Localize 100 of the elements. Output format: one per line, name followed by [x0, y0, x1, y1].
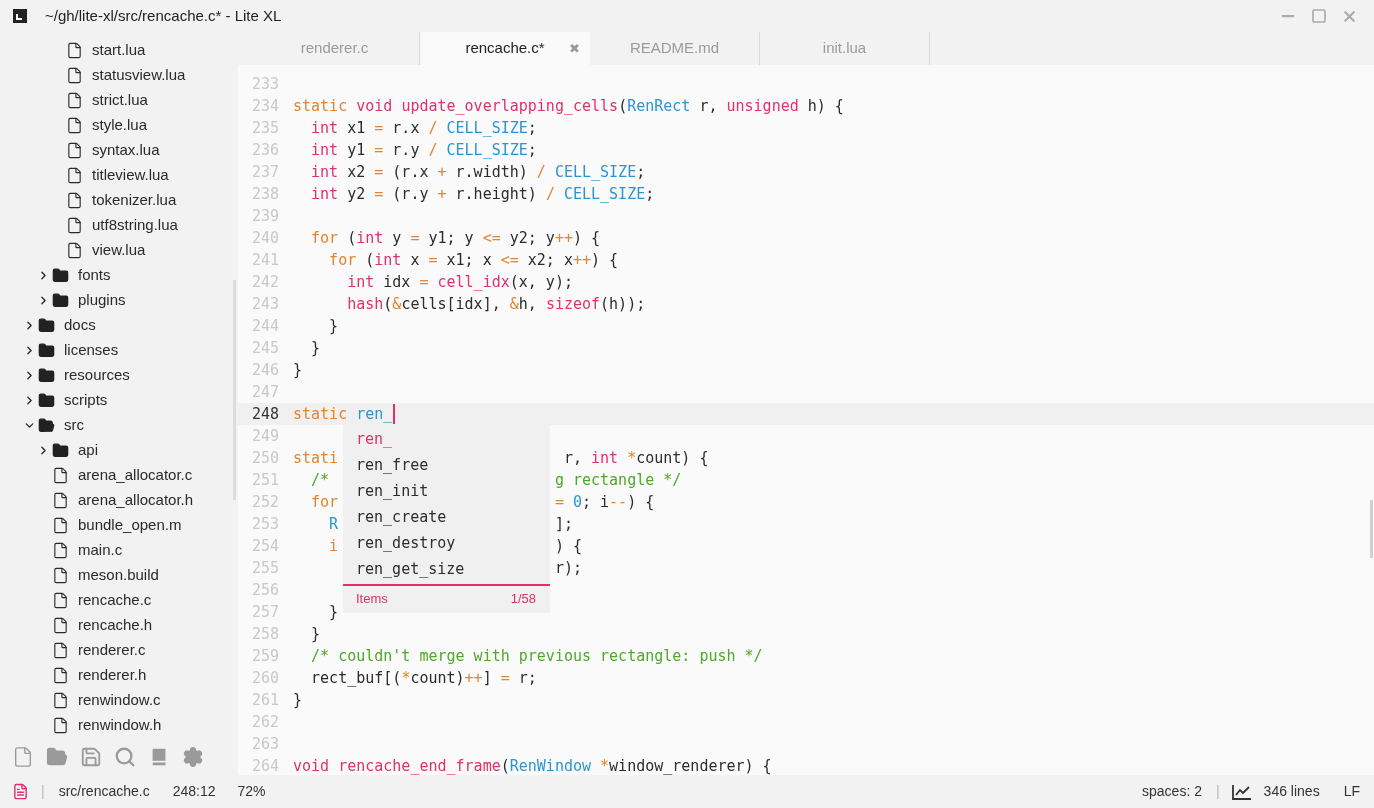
file-icon — [66, 117, 83, 134]
file-icon — [52, 667, 69, 684]
folder-icon — [38, 317, 55, 334]
file-item[interactable]: arena_allocator.h — [0, 488, 238, 513]
code-fragment: r); — [554, 557, 582, 579]
folder-icon — [52, 442, 69, 459]
file-item[interactable]: main.c — [0, 538, 238, 563]
file-item[interactable]: renwindow.c — [0, 688, 238, 713]
folder-icon — [38, 342, 55, 359]
file-item[interactable]: tokenizer.lua — [0, 188, 238, 213]
file-icon — [52, 692, 69, 709]
suggestion-item[interactable]: ren_create — [343, 504, 550, 530]
search-icon[interactable] — [114, 746, 136, 768]
file-item[interactable]: renderer.c — [0, 638, 238, 663]
file-item[interactable]: style.lua — [0, 113, 238, 138]
zoom-level: 72% — [237, 782, 266, 801]
code-line: int idx = cell_idx(x, y); — [346, 271, 573, 293]
folder-icon — [38, 417, 55, 434]
file-item[interactable]: titleview.lua — [0, 163, 238, 188]
code-line: int y1 = r.y / CELL_SIZE; — [310, 139, 537, 161]
file-icon — [66, 92, 83, 109]
suggestion-item[interactable]: ren_init — [343, 478, 550, 504]
file-item[interactable]: utf8string.lua — [0, 213, 238, 238]
file-item[interactable]: rencache.c — [0, 588, 238, 613]
folder-icon — [52, 292, 69, 309]
code-fragment: r, int *count) { — [562, 447, 709, 469]
code-line: } — [328, 601, 339, 623]
file-item[interactable]: statusview.lua — [0, 63, 238, 88]
line-number: 248 — [250, 403, 279, 425]
suggestion-item[interactable]: ren_destroy — [343, 530, 550, 556]
file-item[interactable]: arena_allocator.c — [0, 463, 238, 488]
code-line: for (int y = y1; y <= y2; y++) { — [310, 227, 601, 249]
file-icon — [52, 717, 69, 734]
code-line: /* couldn't merge with previous rectangle: push */ — [310, 645, 763, 667]
settings-icon[interactable] — [182, 746, 204, 768]
code-line: void rencache_end_frame(RenWindow *window_renderer) { — [293, 755, 772, 775]
code-line: int x1 = r.x / CELL_SIZE; — [310, 117, 537, 139]
code-line: } — [310, 623, 321, 645]
file-icon — [12, 783, 29, 800]
file-item[interactable]: view.lua — [0, 238, 238, 263]
folder-item[interactable]: scripts — [0, 388, 238, 413]
tab[interactable]: rencache.c* ✖ — [420, 32, 590, 65]
folder-item[interactable]: plugins — [0, 288, 238, 313]
code-line: } — [293, 359, 303, 381]
code-fragment: g rectangle */ — [554, 469, 682, 491]
folder-icon[interactable] — [46, 746, 68, 768]
folder-item[interactable]: fonts — [0, 263, 238, 288]
code-line: for (int x = x1; x <= x2; x++) { — [328, 249, 619, 271]
save-icon[interactable] — [80, 746, 102, 768]
code-line: int x2 = (r.x + r.width) / CELL_SIZE; — [310, 161, 646, 183]
folder-icon — [52, 267, 69, 284]
folder-item[interactable]: api — [0, 438, 238, 463]
file-icon — [52, 592, 69, 609]
indent-setting: spaces: 2 — [1142, 782, 1202, 801]
code-fragment: ) { — [554, 535, 582, 557]
items-label: Items — [356, 590, 388, 608]
item-count: 1/58 — [510, 590, 536, 608]
code-fragment: i — [328, 536, 339, 555]
file-icon — [66, 67, 83, 84]
code-fragment: stati — [293, 448, 339, 467]
suggestion-item[interactable]: ren_get_size — [343, 556, 550, 582]
folder-icon — [38, 367, 55, 384]
new-file-icon[interactable] — [12, 746, 34, 768]
file-path: src/rencache.c — [58, 782, 150, 801]
file-item[interactable]: renderer.h — [0, 663, 238, 688]
maximize-icon[interactable] — [1311, 8, 1327, 24]
line-ending: LF — [1343, 782, 1360, 801]
code-fragment: /* — [310, 470, 330, 489]
folder-item[interactable]: src — [0, 413, 238, 438]
file-item[interactable]: bundle_open.m — [0, 513, 238, 538]
file-item[interactable]: strict.lua — [0, 88, 238, 113]
file-icon — [52, 467, 69, 484]
file-icon — [66, 142, 83, 159]
code-fragment: ]; — [554, 513, 573, 535]
code-line: } — [310, 337, 321, 359]
file-item[interactable]: renwindow.h — [0, 713, 238, 738]
code-line: static ren_ — [293, 403, 393, 425]
file-icon — [52, 492, 69, 509]
code-fragment: = 0; i--) { — [554, 491, 655, 513]
file-item[interactable]: rencache.h — [0, 613, 238, 638]
scrollbar[interactable] — [1370, 500, 1373, 558]
file-icon — [52, 517, 69, 534]
folder-icon — [38, 392, 55, 409]
code-line: hash(&cells[idx], &h, sizeof(h)); — [346, 293, 646, 315]
suggestion-item[interactable]: ren_free — [343, 452, 550, 478]
file-item[interactable]: start.lua — [0, 38, 238, 63]
file-item[interactable]: syntax.lua — [0, 138, 238, 163]
app-logo-icon — [13, 9, 27, 23]
folder-item[interactable]: resources — [0, 363, 238, 388]
suggestion-item[interactable]: ren_ — [343, 426, 550, 452]
folder-item[interactable]: docs — [0, 313, 238, 338]
folder-item[interactable]: licenses — [0, 338, 238, 363]
code-line: rect_buf[(*count)++] = r; — [310, 667, 537, 689]
window-title: ~/gh/lite-xl/src/rencache.c* - Lite XL — [45, 5, 282, 26]
file-item[interactable]: meson.build — [0, 563, 238, 588]
code-line: int y2 = (r.y + r.height) / CELL_SIZE; — [310, 183, 655, 205]
file-icon — [66, 42, 83, 59]
file-icon — [52, 617, 69, 634]
cursor-position: 248:12 — [172, 782, 216, 801]
file-icon — [52, 567, 69, 584]
